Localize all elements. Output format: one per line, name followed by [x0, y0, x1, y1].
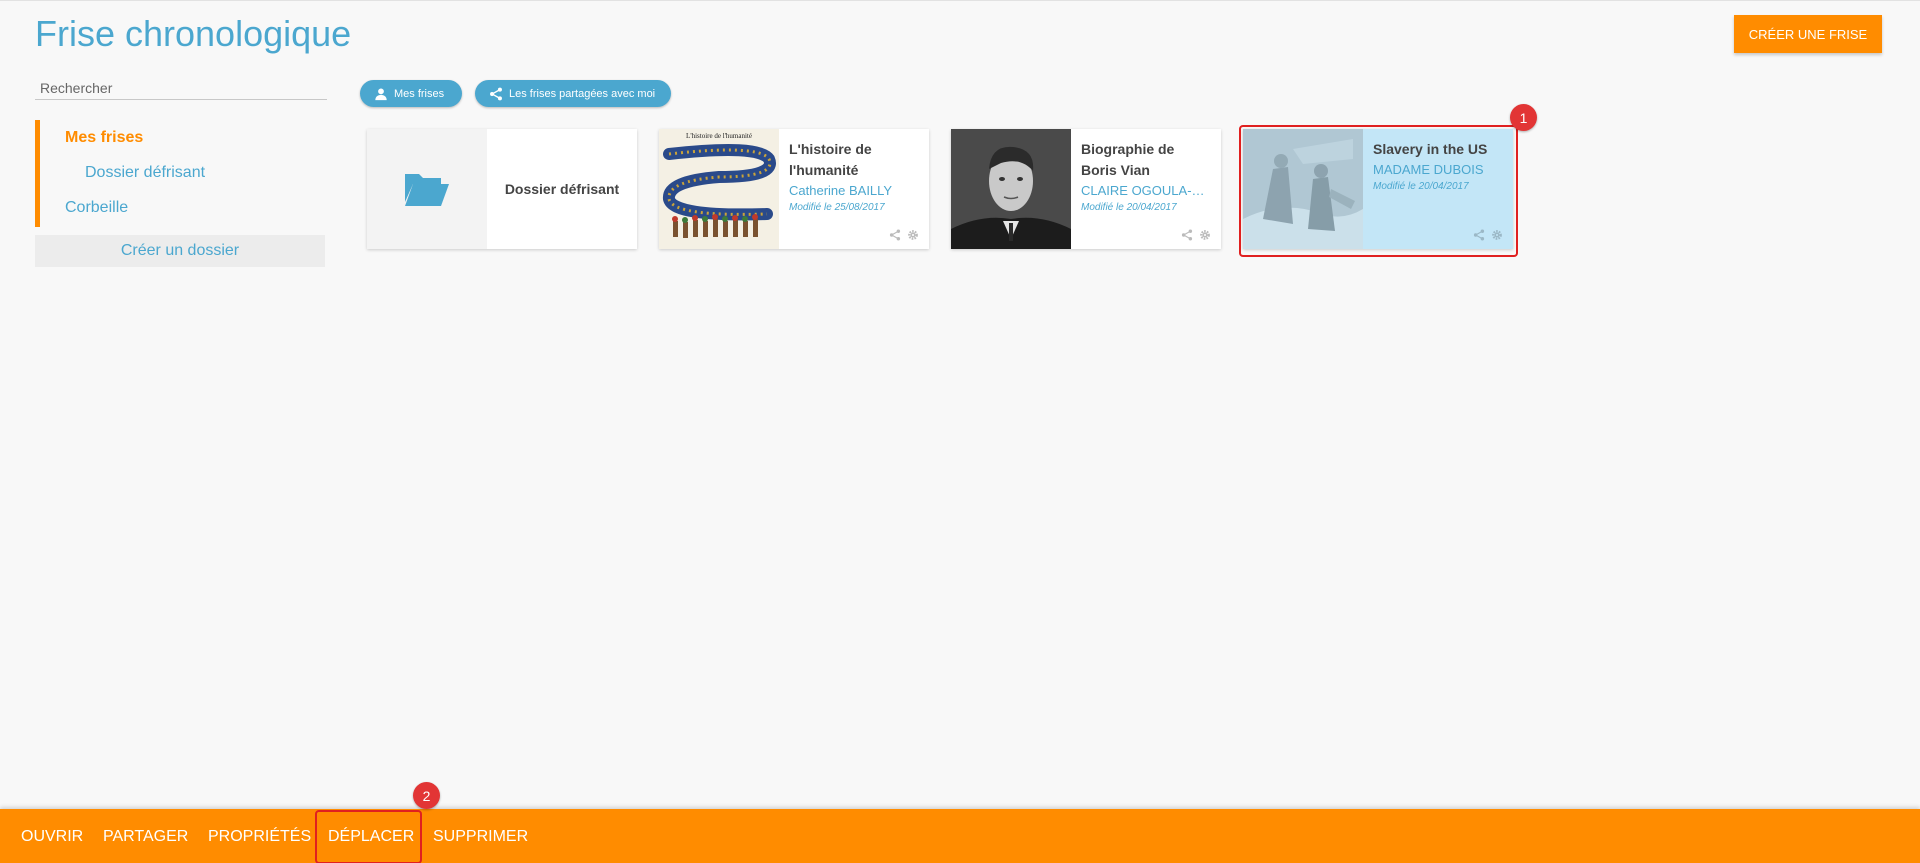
selection-highlight — [1239, 125, 1518, 257]
frise-date: Modifié le 25/08/2017 — [789, 202, 885, 213]
action-bar: OUVRIR PARTAGER PROPRIÉTÉS DÉPLACER SUPP… — [0, 809, 1920, 863]
gear-icon[interactable] — [907, 229, 919, 241]
folder-open-icon — [405, 174, 449, 206]
create-folder-button[interactable]: Créer un dossier — [35, 235, 325, 267]
filter-mes-frises-button[interactable]: Mes frises — [360, 80, 462, 107]
folder-thumb — [367, 129, 487, 249]
tree-item-dossier-defrisant[interactable]: Dossier défrisant — [40, 155, 327, 190]
share-icon[interactable] — [1181, 229, 1193, 241]
frise-info: L'histoire de l'humanité Catherine BAILL… — [789, 139, 919, 215]
portrait-photo — [951, 129, 1071, 249]
annotation-badge: 2 — [413, 782, 440, 809]
user-icon — [375, 87, 387, 100]
frise-card[interactable]: L'histoire de l'humanité L'histoire de l… — [659, 129, 929, 249]
frise-card[interactable]: Biographie de Boris Vian CLAIRE OGOULA-N… — [951, 129, 1221, 249]
frise-thumbnail: L'histoire de l'humanité — [659, 129, 779, 249]
frise-title: L'histoire de l'humanité — [789, 141, 872, 178]
delete-button[interactable]: SUPPRIMER — [433, 809, 528, 863]
tree-item-mes-frises[interactable]: Mes frises — [40, 120, 327, 155]
frise-info: Biographie de Boris Vian CLAIRE OGOULA-N… — [1081, 139, 1211, 215]
gear-icon[interactable] — [1199, 229, 1211, 241]
share-button[interactable]: PARTAGER — [103, 809, 188, 863]
card-actions — [889, 229, 919, 241]
move-button-highlight — [315, 810, 422, 863]
filter-label: Mes frises — [394, 87, 445, 100]
timeline-illustration: L'histoire de l'humanité — [659, 129, 779, 249]
frise-date: Modifié le 20/04/2017 — [1081, 202, 1177, 213]
open-button[interactable]: OUVRIR — [21, 809, 83, 863]
share-icon — [490, 87, 502, 100]
properties-button[interactable]: PROPRIÉTÉS — [208, 809, 311, 863]
filter-shared-button[interactable]: Les frises partagées avec moi — [475, 80, 671, 107]
card-actions — [1181, 229, 1211, 241]
folder-card-label: Dossier défrisant — [504, 181, 620, 197]
frise-title: Biographie de Boris Vian — [1081, 141, 1175, 178]
frise-thumbnail — [951, 129, 1071, 249]
share-icon[interactable] — [889, 229, 901, 241]
frise-owner: CLAIRE OGOULA-NGOUONI — [1081, 183, 1211, 198]
create-frise-button[interactable]: CRÉER UNE FRISE — [1734, 15, 1882, 53]
annotation-badge: 1 — [1510, 104, 1537, 131]
search-input[interactable] — [35, 76, 327, 100]
folder-tree: Mes frises Dossier défrisant Corbeille — [35, 120, 327, 227]
frise-owner: Catherine BAILLY — [789, 183, 893, 198]
tree-item-corbeille[interactable]: Corbeille — [40, 190, 327, 225]
filter-label: Les frises partagées avec moi — [509, 87, 656, 100]
folder-card[interactable]: Dossier défrisant — [367, 129, 637, 249]
page-title: Frise chronologique — [35, 13, 352, 54]
thumbnail-caption: L'histoire de l'humanité — [686, 132, 752, 140]
